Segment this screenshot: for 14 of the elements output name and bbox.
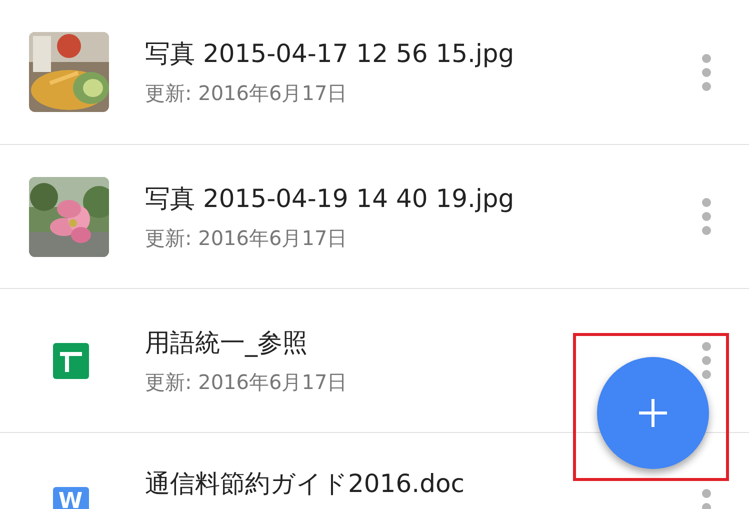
spreadsheet-icon: [52, 342, 88, 378]
modified-date: 更新: 2016年6月17日: [145, 368, 348, 396]
file-name: 写真 2015-04-17 12 56 15.jpg: [145, 38, 516, 70]
add-button[interactable]: [597, 357, 709, 469]
plus-icon: [639, 399, 667, 427]
more-icon[interactable]: [702, 54, 712, 90]
more-icon[interactable]: [702, 342, 712, 379]
file-name: 写真 2015-04-19 14 40 19.jpg: [145, 182, 516, 214]
more-icon[interactable]: [702, 198, 712, 235]
file-name: 用語統一_参照: [145, 326, 308, 358]
document-icon: W: [52, 487, 88, 509]
file-name: 通信料節約ガイド2016.doc: [145, 468, 466, 500]
modified-date: 更新: 2016年6月17日: [145, 224, 348, 252]
modified-date: 更新: 2016年6月17日: [145, 80, 348, 107]
